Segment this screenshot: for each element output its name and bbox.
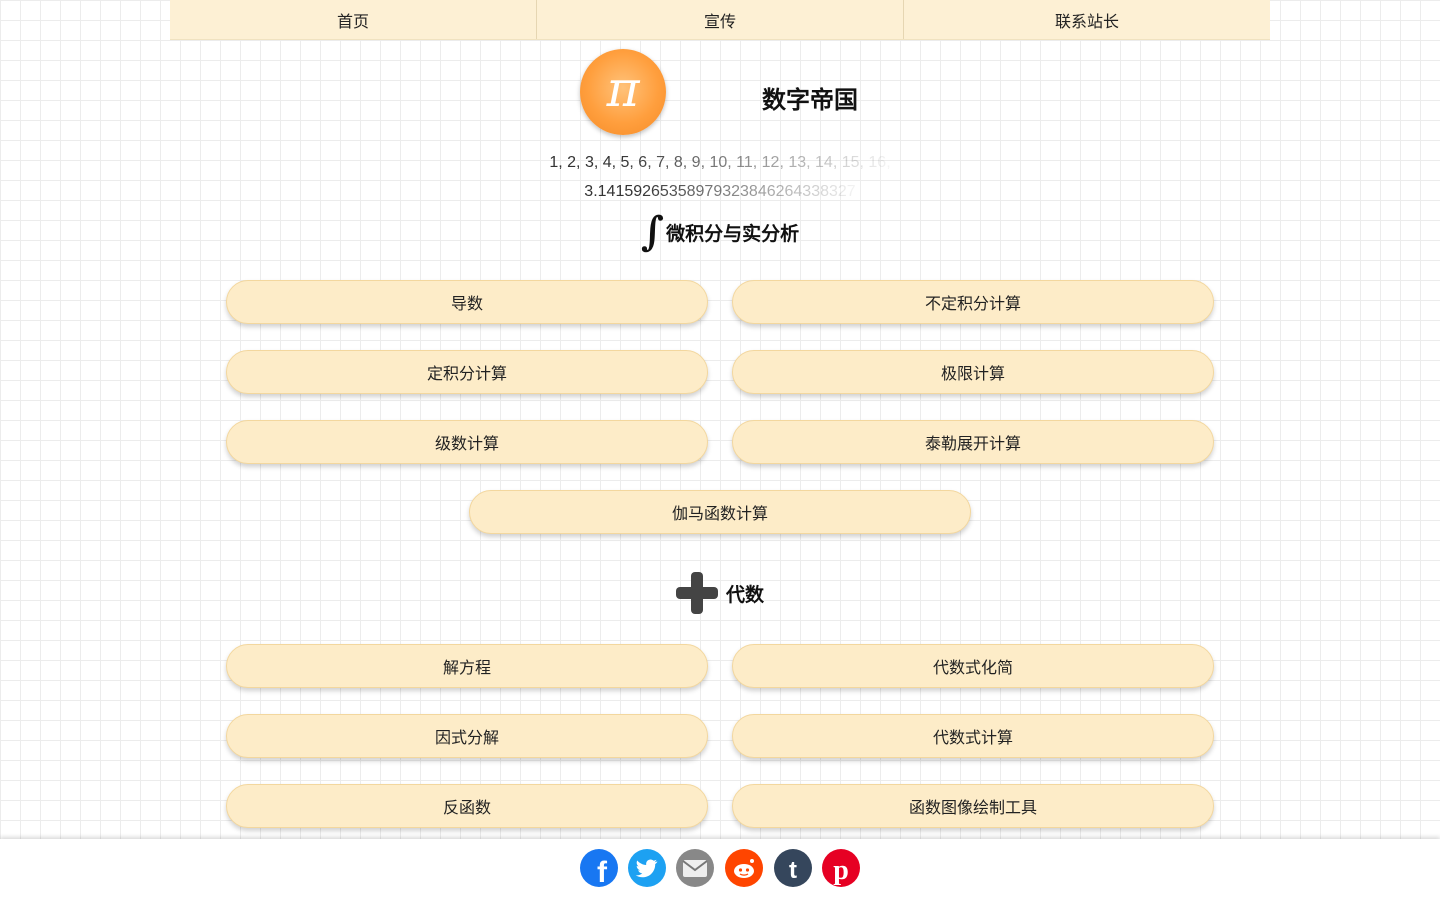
section-title-algebra: 代数: [0, 568, 1440, 618]
nav-home[interactable]: 首页: [170, 0, 536, 39]
twitter-icon[interactable]: [628, 849, 666, 887]
factorization-button[interactable]: 因式分解: [226, 714, 708, 758]
reddit-icon[interactable]: [725, 849, 763, 887]
svg-text:p: p: [833, 855, 849, 886]
svg-text:t: t: [789, 857, 797, 884]
top-nav: 首页 宣传 联系站长: [170, 0, 1270, 40]
natural-number-sequence: 1, 2, 3, 4, 5, 6, 7, 8, 9, 10, 11, 12, 1…: [0, 154, 1440, 172]
facebook-icon[interactable]: f: [580, 849, 618, 887]
site-title: 数字帝国: [762, 86, 858, 114]
natural-number-text: 1, 2, 3, 4, 5, 6, 7, 8, 9, 10, 11, 12, 1…: [549, 154, 891, 171]
svg-text:f: f: [597, 856, 608, 887]
plus-icon: [675, 572, 718, 614]
pi-digits-sequence: 3.14159265358979323846264338327: [0, 183, 1440, 201]
section-title-calculus: ∫ 微积分与实分析: [0, 210, 1440, 254]
pi-digits-text: 3.14159265358979323846264338327: [584, 183, 856, 200]
expression-calc-button[interactable]: 代数式计算: [732, 714, 1214, 758]
definite-integral-button[interactable]: 定积分计算: [226, 350, 708, 394]
tumblr-icon[interactable]: t: [774, 849, 812, 887]
simplify-expression-button[interactable]: 代数式化简: [732, 644, 1214, 688]
inverse-function-button[interactable]: 反函数: [226, 784, 708, 828]
section-algebra-label: 代数: [725, 583, 764, 606]
derivative-button[interactable]: 导数: [226, 280, 708, 324]
solve-equation-button[interactable]: 解方程: [226, 644, 708, 688]
indefinite-integral-button[interactable]: 不定积分计算: [732, 280, 1214, 324]
section-calculus-label: 微积分与实分析: [666, 222, 800, 245]
share-bar: f t p: [0, 839, 1440, 900]
series-button[interactable]: 级数计算: [226, 420, 708, 464]
pinterest-icon[interactable]: p: [822, 849, 860, 887]
logo-symbol: π: [606, 60, 640, 118]
nav-contact[interactable]: 联系站长: [903, 0, 1270, 39]
email-icon[interactable]: [676, 849, 714, 887]
function-plot-button[interactable]: 函数图像绘制工具: [732, 784, 1214, 828]
taylor-expansion-button[interactable]: 泰勒展开计算: [732, 420, 1214, 464]
gamma-function-button[interactable]: 伽马函数计算: [469, 490, 971, 534]
limit-button[interactable]: 极限计算: [732, 350, 1214, 394]
pi-logo-icon[interactable]: π: [580, 49, 666, 135]
integral-icon: ∫: [640, 208, 665, 255]
nav-promotion[interactable]: 宣传: [536, 0, 903, 39]
